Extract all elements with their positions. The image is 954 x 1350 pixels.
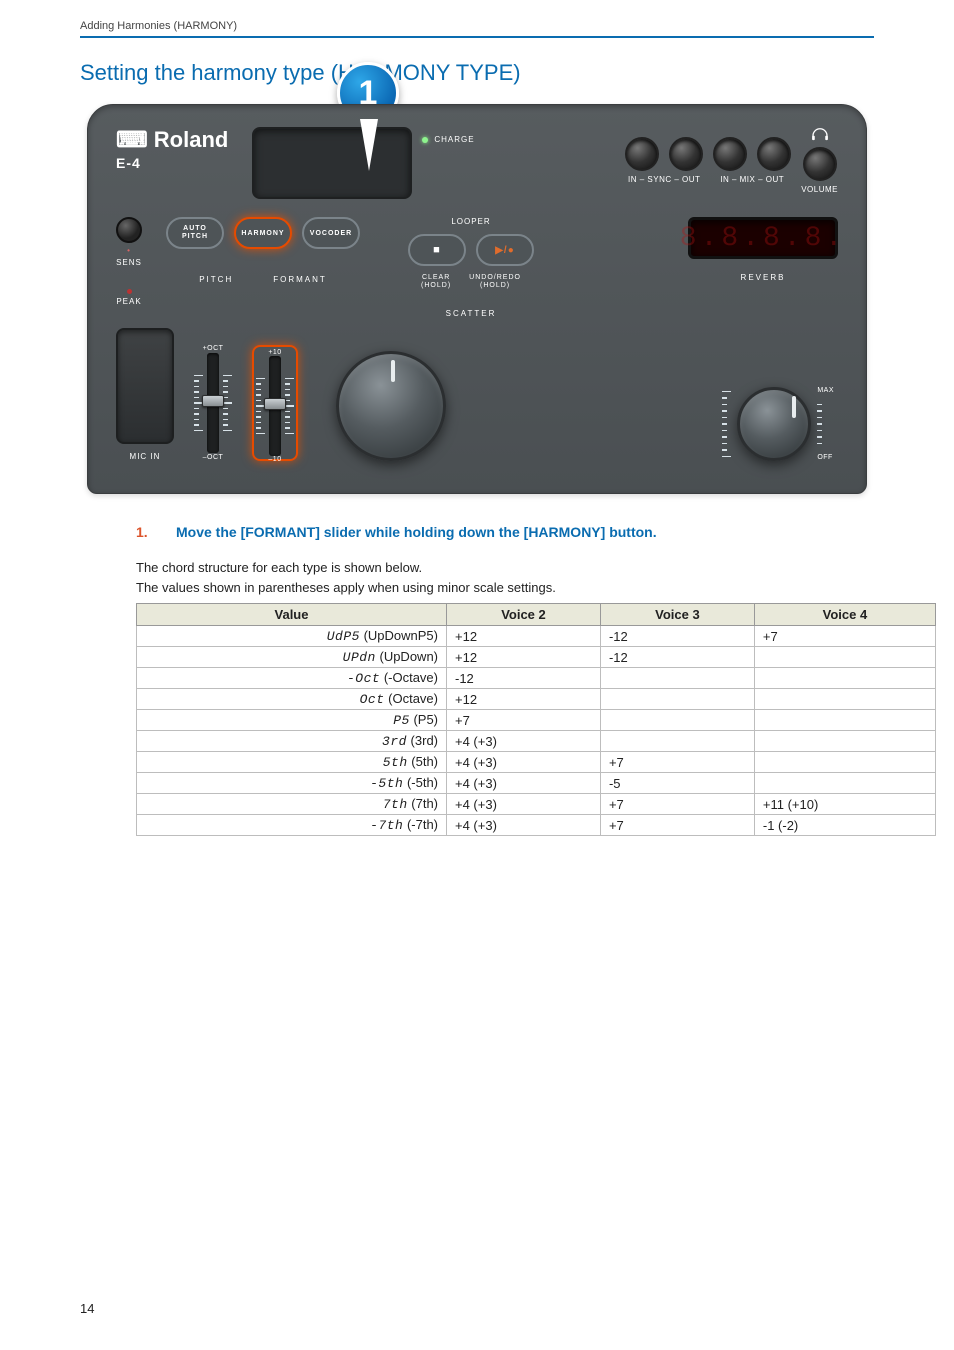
seven-segment-display: 8.8.8.8. bbox=[688, 217, 838, 259]
table-row: 3rd (3rd)+4 (+3) bbox=[137, 731, 936, 752]
step-text: Move the [FORMANT] slider while holding … bbox=[176, 524, 657, 540]
sens-block: • SENS PEAK bbox=[116, 217, 142, 318]
volume-jack-group: VOLUME bbox=[801, 127, 838, 194]
volume-label: VOLUME bbox=[801, 185, 838, 194]
table-row: Oct (Octave)+12 bbox=[137, 689, 936, 710]
slider-ticks-right bbox=[223, 375, 232, 432]
harmony-button[interactable]: HARMONY bbox=[234, 217, 292, 249]
callout-tail bbox=[363, 122, 375, 168]
section-title: Setting the harmony type (HARMONY TYPE) bbox=[80, 60, 874, 86]
scatter-label: SCATTER bbox=[446, 309, 497, 318]
table-row: UdP5 (UpDownP5)+12-12+7 bbox=[137, 626, 936, 647]
mix-in-jack bbox=[713, 137, 747, 171]
brand-block: ⌨ Roland E-4 bbox=[116, 127, 228, 171]
sync-jack-group: IN – SYNC – OUT bbox=[625, 137, 703, 184]
table-row: P5 (P5)+7 bbox=[137, 710, 936, 731]
sens-label: SENS bbox=[116, 258, 142, 267]
table-row: 5th (5th)+4 (+3)+7 bbox=[137, 752, 936, 773]
reverb-knob[interactable] bbox=[737, 387, 811, 461]
breadcrumb: Adding Harmonies (HARMONY) bbox=[80, 20, 874, 38]
formant-slider[interactable]: +10 –10 bbox=[252, 345, 298, 461]
looper-playrec-button[interactable]: ▶/● bbox=[476, 234, 534, 266]
vocoder-button[interactable]: VOCODER bbox=[302, 217, 360, 249]
device-figure: 1 ⌨ Roland E-4 CHARGE bbox=[87, 104, 867, 494]
pitch-slider-label: PITCH bbox=[199, 275, 233, 284]
sync-label: IN – SYNC – OUT bbox=[628, 175, 700, 184]
headphone-icon bbox=[811, 127, 829, 141]
volume-jack bbox=[803, 147, 837, 181]
formant-slider-label: FORMANT bbox=[273, 275, 327, 284]
looper-title: LOOPER bbox=[451, 217, 490, 226]
th-voice2: Voice 2 bbox=[447, 604, 601, 626]
sync-out-jack bbox=[669, 137, 703, 171]
mix-label: IN – MIX – OUT bbox=[720, 175, 784, 184]
th-value: Value bbox=[137, 604, 447, 626]
harmony-type-table: Value Voice 2 Voice 3 Voice 4 UdP5 (UpDo… bbox=[136, 603, 936, 836]
charge-label: CHARGE bbox=[434, 135, 474, 144]
table-row: -5th (-5th)+4 (+3)-5 bbox=[137, 773, 936, 794]
scatter-knob[interactable] bbox=[336, 351, 446, 461]
step-1: 1. Move the [FORMANT] slider while holdi… bbox=[136, 524, 874, 540]
th-voice4: Voice 4 bbox=[754, 604, 935, 626]
table-row: 7th (7th)+4 (+3)+7+11 (+10) bbox=[137, 794, 936, 815]
pitch-slider-thumb[interactable] bbox=[202, 395, 224, 407]
mix-out-jack bbox=[757, 137, 791, 171]
device-body: ⌨ Roland E-4 CHARGE IN – SYNC – OUT bbox=[87, 104, 867, 494]
looper-stop-button[interactable]: ■ bbox=[408, 234, 466, 266]
table-row: -7th (-7th)+4 (+3)+7-1 (-2) bbox=[137, 815, 936, 836]
undo-hold-label: UNDO/REDO (HOLD) bbox=[469, 274, 521, 291]
peak-label: PEAK bbox=[116, 297, 141, 306]
stop-icon: ■ bbox=[433, 244, 441, 256]
lcd-screen bbox=[252, 127, 412, 199]
model-name: E-4 bbox=[116, 155, 228, 171]
charge-led bbox=[422, 137, 428, 143]
auto-pitch-button[interactable]: AUTO PITCH bbox=[166, 217, 224, 249]
pitch-slider[interactable]: +OCT –OCT bbox=[190, 345, 236, 461]
table-row: -Oct (-Octave)-12 bbox=[137, 668, 936, 689]
brand-icon: ⌨ bbox=[116, 127, 148, 153]
reverb-off-label: OFF bbox=[817, 454, 834, 461]
body-line-1: The chord structure for each type is sho… bbox=[136, 558, 874, 578]
clear-hold-label: CLEAR (HOLD) bbox=[421, 274, 451, 291]
mix-jack-group: IN – MIX – OUT bbox=[713, 137, 791, 184]
body-line-2: The values shown in parentheses apply wh… bbox=[136, 578, 874, 598]
mic-in-pad bbox=[116, 328, 174, 444]
pitch-bottom-label: –OCT bbox=[203, 454, 224, 461]
reverb-label: REVERB bbox=[741, 273, 786, 282]
formant-slider-thumb[interactable] bbox=[264, 398, 286, 410]
page-number: 14 bbox=[80, 1301, 94, 1316]
table-row: UPdn (UpDown)+12-12 bbox=[137, 647, 936, 668]
sync-in-jack bbox=[625, 137, 659, 171]
brand-name: Roland bbox=[154, 127, 229, 153]
formant-top-label: +10 bbox=[268, 349, 281, 356]
sens-jack bbox=[116, 217, 142, 243]
mic-in-label: MIC IN bbox=[130, 452, 161, 461]
reverb-max-label: MAX bbox=[817, 387, 834, 394]
th-voice3: Voice 3 bbox=[600, 604, 754, 626]
playrec-icon: ▶/● bbox=[495, 245, 515, 256]
peak-led bbox=[127, 289, 132, 294]
pitch-top-label: +OCT bbox=[203, 345, 224, 352]
step-number: 1. bbox=[136, 524, 154, 540]
formant-bottom-label: –10 bbox=[268, 456, 281, 463]
